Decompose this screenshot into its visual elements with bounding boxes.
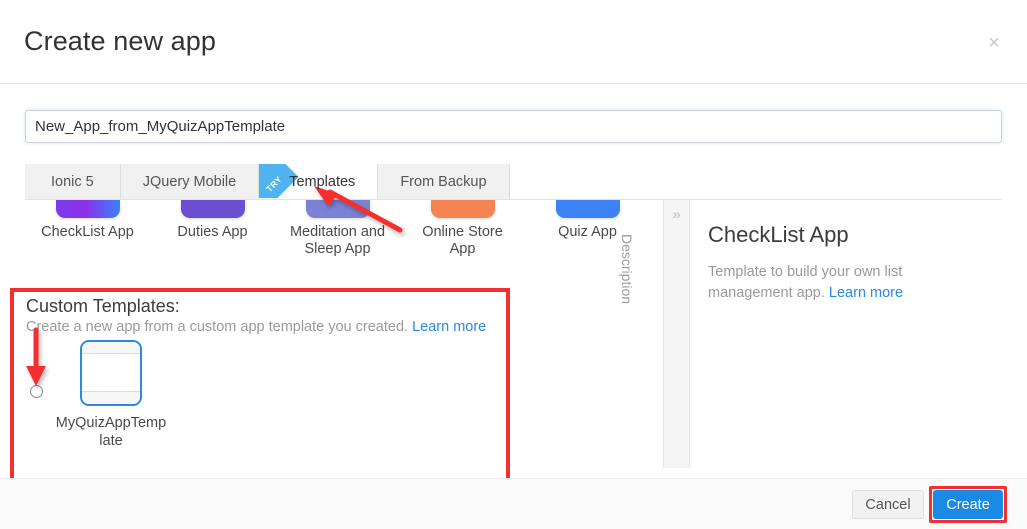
custom-templates-subtitle-text: Create a new app from a custom app templ… [26,319,409,335]
custom-templates-heading: Custom Templates: [26,296,180,316]
custom-template-radio[interactable] [30,385,43,398]
tab-from-backup[interactable]: From Backup [378,164,510,200]
template-thumbnail [430,200,495,218]
template-thumbnail [180,200,245,218]
template-thumbnail [305,200,370,218]
description-panel: CheckList App Template to build your own… [708,222,1008,304]
template-thumbnail [555,200,620,218]
thumbnail-body [82,354,140,391]
template-card-checklist-app[interactable]: CheckList App [25,200,150,258]
thumbnail-header-bar [82,342,140,354]
description-body: Template to build your own list manageme… [708,262,920,304]
custom-template-item: MyQuizAppTemplate [30,340,167,450]
create-button[interactable]: Create [933,490,1003,519]
template-source-tabs: Ionic 5 JQuery Mobile TRY Templates From… [25,164,510,200]
template-thumbnail [55,200,120,218]
tab-label: JQuery Mobile [142,174,237,190]
custom-templates-learn-more-link[interactable]: Learn more [412,319,486,335]
chevron-double-right-icon: » [672,206,681,223]
custom-templates-section: Custom Templates: Create a new app from … [10,288,510,484]
tab-ionic-5[interactable]: Ionic 5 [25,164,121,200]
custom-templates-subtitle: Create a new app from a custom app templ… [26,319,486,335]
template-card-online-store-app[interactable]: Online Store App [400,200,525,258]
app-name-input[interactable] [25,110,1002,143]
description-panel-toggle[interactable]: » Description [618,200,690,468]
close-icon[interactable]: × [981,30,1007,56]
cancel-button[interactable]: Cancel [852,490,924,519]
description-title: CheckList App [708,222,849,247]
tab-label: From Backup [400,174,487,190]
custom-template-card[interactable]: MyQuizAppTemplate [55,340,167,450]
template-name: Online Store App [422,224,503,257]
create-new-app-dialog: Create new app × Ionic 5 JQuery Mobile T… [0,0,1027,529]
template-name: Meditation and Sleep App [289,224,386,257]
thumbnail-footer-bar [82,391,140,404]
page-title: Create new app [24,26,217,56]
tab-label: Templates [289,174,356,190]
builtin-templates-grid: CheckList App Duties App Meditation and … [25,200,660,284]
description-learn-more-link[interactable]: Learn more [829,285,903,301]
dialog-footer: Cancel Create [0,478,1027,529]
tab-templates[interactable]: TRY Templates [259,164,379,200]
template-card-meditation-and-sleep-app[interactable]: Meditation and Sleep App [275,200,400,258]
custom-template-name: MyQuizAppTemplate [55,415,167,449]
tab-jquery-mobile[interactable]: JQuery Mobile [120,164,260,200]
tab-label: Ionic 5 [51,174,94,190]
dialog-header: Create new app × [0,0,1027,84]
custom-template-thumbnail [80,340,142,406]
template-card-duties-app[interactable]: Duties App [150,200,275,258]
description-strip-label: Description [618,234,635,305]
template-name: Duties App [177,224,248,240]
template-name: CheckList App [41,224,134,240]
